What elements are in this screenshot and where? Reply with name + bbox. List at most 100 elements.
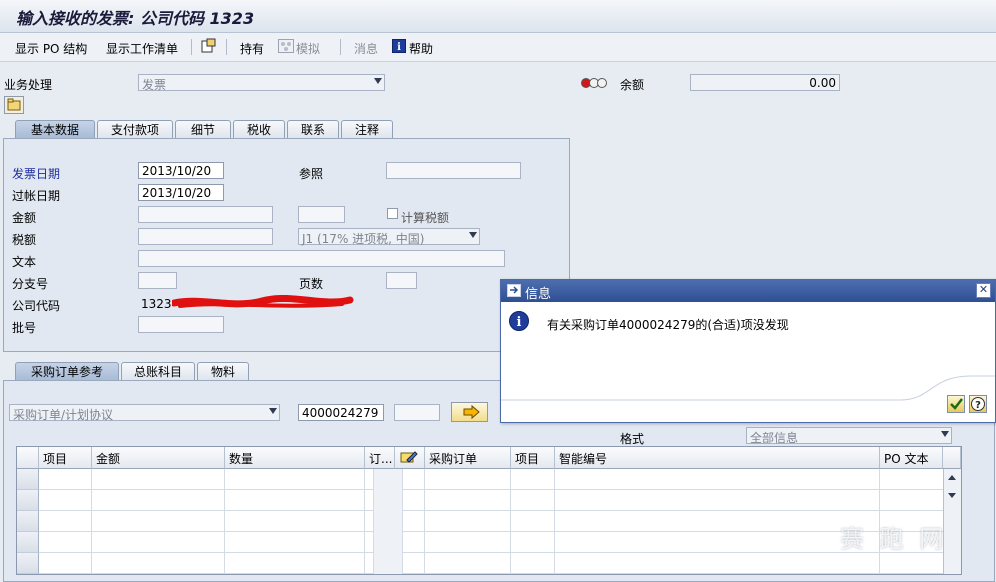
- currency-field[interactable]: [298, 206, 345, 223]
- redaction-scribble: [170, 294, 354, 314]
- calc-tax-label: 计算税额: [401, 211, 450, 225]
- dialog-title: 信息: [525, 287, 552, 302]
- tab-details[interactable]: 细节: [175, 120, 231, 138]
- show-worklist-button[interactable]: 显示工作清单: [106, 40, 178, 57]
- application-toolbar: 显示 PO 结构 显示工作清单 持有 模拟 消息 i 帮助: [0, 33, 996, 62]
- row-selector[interactable]: [17, 553, 39, 574]
- invoice-date-field[interactable]: 2013/10/20: [138, 162, 224, 179]
- help-question-button[interactable]: ?: [969, 395, 987, 413]
- transaction-dropdown[interactable]: 发票: [138, 74, 385, 92]
- svg-text:?: ?: [975, 400, 981, 411]
- messages-button[interactable]: 消息: [354, 40, 378, 57]
- column-header[interactable]: 项目: [39, 447, 92, 469]
- svg-text:i: i: [397, 42, 401, 53]
- balance-label: 余额: [620, 78, 645, 92]
- column-header[interactable]: 智能编号: [555, 447, 880, 469]
- column-header[interactable]: 订...: [365, 447, 395, 469]
- close-icon[interactable]: ✕: [976, 283, 991, 298]
- dialog-window-icon: [507, 284, 521, 301]
- help-info-icon: i: [392, 39, 406, 56]
- svg-text:i: i: [517, 315, 522, 330]
- scroll-up-icon[interactable]: [948, 475, 956, 480]
- layout-value: 全部信息: [750, 431, 799, 445]
- tax-amount-field[interactable]: [138, 228, 273, 245]
- chevron-down-icon: [941, 431, 949, 437]
- transaction-value: 发票: [142, 78, 167, 92]
- tax-code-value: J1 (17% 进项税, 中国): [302, 232, 425, 246]
- execute-arrow-button[interactable]: [451, 402, 488, 422]
- column-header[interactable]: 项目: [511, 447, 555, 469]
- row-selector[interactable]: [17, 532, 39, 553]
- tab-gl-account[interactable]: 总账科目: [121, 362, 195, 380]
- chevron-down-icon: [269, 408, 277, 414]
- tax-label: 税额: [12, 233, 37, 247]
- tab-contact[interactable]: 联系: [287, 120, 339, 138]
- tab-notes[interactable]: 注释: [341, 120, 393, 138]
- tab-material[interactable]: 物料: [197, 362, 249, 380]
- simulate-icon: [278, 39, 294, 56]
- tab-tax[interactable]: 税收: [233, 120, 285, 138]
- tab-basic-data[interactable]: 基本数据: [15, 120, 95, 138]
- reference-label: 参照: [299, 167, 324, 181]
- company-code-value: 1323: [141, 297, 172, 311]
- branch-label: 分支号: [12, 277, 49, 291]
- dialog-divider-curve: [501, 375, 995, 401]
- reference-type-value: 采购订单/计划协议: [13, 408, 114, 422]
- row-selector[interactable]: [17, 469, 39, 490]
- po-number-field[interactable]: 4000024279: [298, 404, 384, 421]
- chevron-down-icon: [374, 78, 382, 84]
- information-dialog: 信息 ✕ i 有关采购订单4000024279的(合适)项没发现 ?: [500, 279, 996, 423]
- text-field[interactable]: [138, 250, 505, 267]
- show-po-structure-button[interactable]: 显示 PO 结构: [15, 40, 87, 57]
- batch-field[interactable]: [138, 316, 224, 333]
- posting-date-field[interactable]: 2013/10/20: [138, 184, 224, 201]
- layout-label: 格式: [620, 432, 645, 446]
- batch-label: 批号: [12, 321, 37, 335]
- edit-pencil-icon: [400, 451, 418, 463]
- column-header[interactable]: 数量: [225, 447, 365, 469]
- help-button[interactable]: 帮助: [409, 40, 433, 57]
- document-overview-icon[interactable]: [201, 38, 217, 57]
- dialog-title-bar: 信息 ✕: [501, 280, 995, 302]
- po-item-field[interactable]: [394, 404, 440, 421]
- tax-code-dropdown[interactable]: J1 (17% 进项税, 中国): [298, 228, 480, 246]
- invoice-date-label: 发票日期: [12, 167, 61, 181]
- balance-field: 0.00: [690, 74, 840, 91]
- continue-checkmark-button[interactable]: [947, 395, 965, 413]
- amount-label: 金额: [12, 211, 37, 225]
- posting-date-label: 过帐日期: [12, 189, 61, 203]
- column-settings-header[interactable]: [943, 447, 961, 469]
- toolbar-separator: [226, 39, 227, 55]
- amount-field[interactable]: [138, 206, 273, 223]
- reference-field[interactable]: [386, 162, 521, 179]
- scroll-down-icon[interactable]: [948, 493, 956, 498]
- reference-type-dropdown[interactable]: 采购订单/计划协议: [9, 404, 280, 422]
- status-column: [373, 469, 403, 574]
- page-title: 输入接收的发票: 公司代码 1323: [16, 9, 255, 28]
- traffic-light-icon: [580, 77, 610, 92]
- company-code-label: 公司代码: [12, 299, 61, 313]
- tab-payment[interactable]: 支付款项: [97, 120, 173, 138]
- column-header-icon[interactable]: [395, 447, 425, 469]
- layout-dropdown[interactable]: 全部信息: [746, 427, 952, 445]
- title-bar: 输入接收的发票: 公司代码 1323: [0, 0, 996, 33]
- select-all-header[interactable]: [17, 447, 39, 469]
- column-header[interactable]: 采购订单: [425, 447, 511, 469]
- column-header[interactable]: 金额: [92, 447, 225, 469]
- branch-field[interactable]: [138, 272, 177, 289]
- table-body: [39, 469, 943, 574]
- calc-tax-checkbox[interactable]: [387, 208, 398, 219]
- row-selector[interactable]: [17, 511, 39, 532]
- row-selector[interactable]: [17, 490, 39, 511]
- transaction-label: 业务处理: [4, 78, 53, 92]
- pages-field[interactable]: [386, 272, 417, 289]
- dialog-message: 有关采购订单4000024279的(合适)项没发现: [547, 318, 789, 332]
- column-header[interactable]: PO 文本: [880, 447, 943, 469]
- toolbar-separator: [340, 39, 341, 55]
- tab-po-reference[interactable]: 采购订单参考: [15, 362, 119, 380]
- info-icon: i: [509, 311, 529, 334]
- hold-button[interactable]: 持有: [240, 40, 264, 57]
- simulate-button[interactable]: 模拟: [296, 40, 320, 57]
- layout-toggle-button[interactable]: [4, 96, 24, 114]
- items-table: 项目 金额 数量 订... 采购订单 项目 智能编号 PO 文本: [16, 446, 962, 575]
